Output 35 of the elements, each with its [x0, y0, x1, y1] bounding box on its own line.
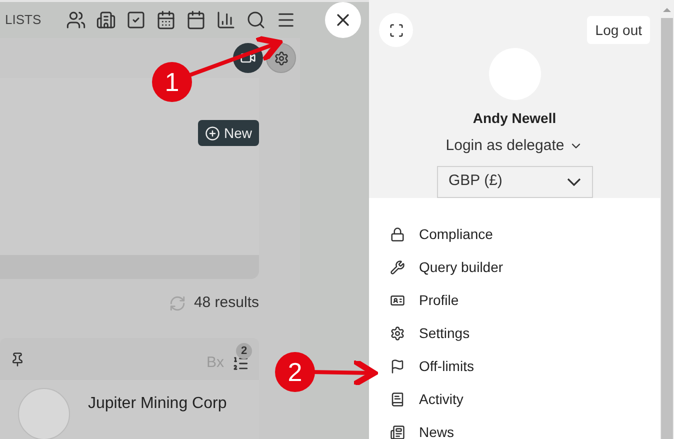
currency-select[interactable]: GBP (£): [436, 166, 592, 198]
lock-icon: [390, 226, 405, 242]
plus-icon: [204, 126, 220, 140]
newspaper-icon: [390, 424, 405, 439]
flag-icon: [390, 358, 405, 374]
menu-item[interactable]: Profile: [369, 284, 660, 316]
results-count: 48 results: [194, 292, 259, 313]
count-badge: 2: [236, 342, 252, 359]
menu-item[interactable]: News: [369, 416, 660, 439]
delegate-dropdown[interactable]: Login as delegate: [446, 135, 584, 158]
menu-item[interactable]: Compliance: [369, 218, 660, 250]
scrollbar-thumb[interactable]: [661, 18, 673, 439]
gear-icon: [274, 50, 288, 66]
chevron-down-icon: [566, 178, 580, 186]
section-label: LISTS: [5, 11, 42, 30]
company-logo: [18, 388, 70, 439]
scrollbar[interactable]: [660, 0, 674, 439]
menu-item[interactable]: Query builder: [369, 250, 660, 284]
menu-item[interactable]: Off-limits: [369, 350, 660, 382]
menu-item[interactable]: Settings: [369, 316, 660, 350]
close-button[interactable]: [325, 2, 362, 38]
fullscreen-icon: [388, 22, 404, 38]
settings-icon: [390, 326, 405, 340]
step-marker: 2: [275, 352, 315, 392]
tools-icon: [390, 260, 405, 274]
menu-item[interactable]: Activity: [369, 382, 660, 416]
user-name: Andy Newell: [472, 109, 556, 128]
book-icon: [390, 392, 405, 406]
list-icon[interactable]: [232, 354, 249, 372]
fullscreen-button[interactable]: [379, 13, 413, 47]
new-button[interactable]: New: [198, 120, 259, 146]
pin-icon[interactable]: [10, 352, 25, 366]
company-name: Jupiter Mining Corp: [88, 394, 227, 414]
id-card-icon: [390, 292, 405, 308]
logout-button[interactable]: Log out: [587, 16, 650, 44]
